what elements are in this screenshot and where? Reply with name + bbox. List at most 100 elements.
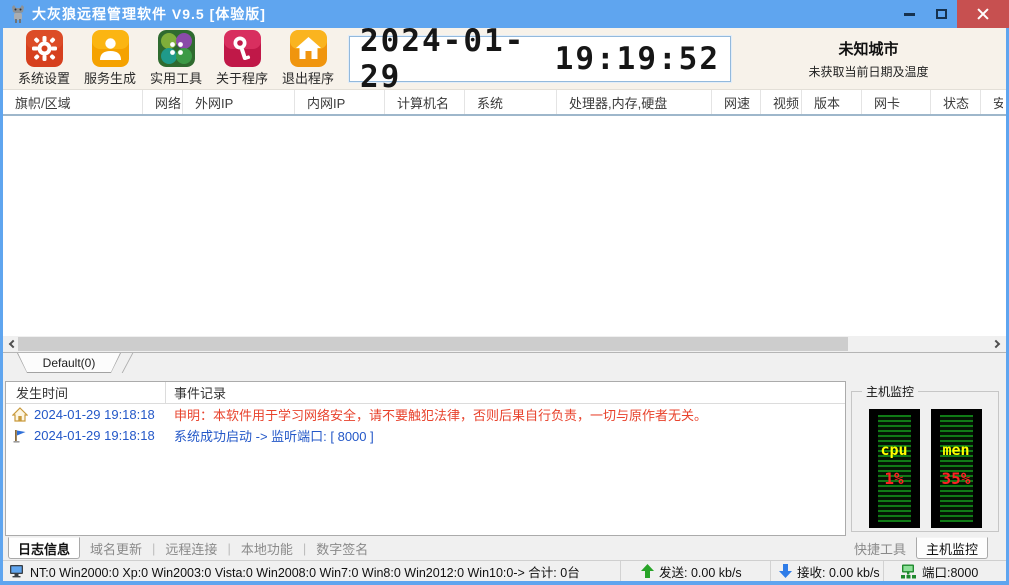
log-message: 系统成功启动 -> 监听端口: [ 8000 ] <box>174 429 374 444</box>
tab-local-function[interactable]: 本地功能 <box>231 539 303 558</box>
cpu-gauge: cpu 1% <box>868 409 920 528</box>
chevron-right-icon <box>991 339 1001 349</box>
clock-date: 2024-01-29 <box>360 22 526 95</box>
toolbar-button-about[interactable]: 关于程序 <box>209 30 275 88</box>
log-panel: 发生时间 事件记录 2024-01-29 19:18:18 申明：本软件用于学习… <box>5 381 846 536</box>
home-icon <box>12 406 28 422</box>
monitor-panel: 主机监控 cpu 1% men 35% <box>846 381 1006 536</box>
cpu-gauge-label: cpu <box>880 441 908 459</box>
group-tab-label: Default(0) <box>18 353 120 372</box>
close-button[interactable] <box>957 0 1009 28</box>
network-icon <box>900 564 917 579</box>
home-icon <box>289 30 327 67</box>
toolbar-label: 退出程序 <box>281 71 334 86</box>
app-window: 大灰狼远程管理软件 V9.5 [体验版] 系统设置 服务生成 实用工具 关于程序… <box>0 0 1009 585</box>
memory-gauge-value: 35% <box>941 469 971 488</box>
column-header-security[interactable]: 安 <box>981 90 1003 114</box>
close-icon <box>976 7 990 21</box>
window-controls <box>893 0 1009 28</box>
statusbar-recv: 接收: 0.00 kb/s <box>770 561 883 581</box>
city-label: 未知城市 <box>838 40 899 58</box>
gear-icon <box>25 30 63 67</box>
column-header-computer-name[interactable]: 计算机名 <box>385 90 465 114</box>
column-header-status[interactable]: 状态 <box>931 90 981 114</box>
bottom-tabbar: 日志信息 域名更新 | 远程连接 | 本地功能 | 数字签名 快捷工具 主机监控 <box>3 536 1006 560</box>
client-table-body[interactable] <box>3 116 1006 336</box>
tab-log-info[interactable]: 日志信息 <box>8 537 81 559</box>
scroll-right-button[interactable] <box>989 336 1006 352</box>
scrollbar-thumb[interactable] <box>18 337 848 351</box>
log-timestamp: 2024-01-29 19:18:18 <box>34 428 155 443</box>
digital-clock: 2024-01-29 19:19:52 <box>349 23 731 95</box>
log-event-header[interactable]: 事件记录 <box>166 383 226 402</box>
toolbar-button-service-generate[interactable]: 服务生成 <box>77 30 143 88</box>
column-header-network[interactable]: 网络 <box>143 90 183 114</box>
statusbar-send: 发送: 0.00 kb/s <box>620 561 770 581</box>
toolbar-button-utilities[interactable]: 实用工具 <box>143 30 209 88</box>
group-tabstrip: Default(0) <box>3 353 1006 381</box>
log-time-header[interactable]: 发生时间 <box>6 382 166 403</box>
computer-icon <box>9 564 25 578</box>
toolbar-label: 实用工具 <box>149 71 202 86</box>
memory-gauge: men 35% <box>930 409 982 528</box>
column-header-version[interactable]: 版本 <box>802 90 862 114</box>
log-timestamp: 2024-01-29 19:18:18 <box>34 407 155 422</box>
column-header-lan-ip[interactable]: 内网IP <box>295 90 385 114</box>
column-header-wan-ip[interactable]: 外网IP <box>183 90 295 114</box>
gauge-container: cpu 1% men 35% <box>852 392 998 531</box>
port-text: 端口:8000 <box>922 565 979 580</box>
memory-gauge-label: men <box>942 441 970 459</box>
tab-separator <box>121 353 134 373</box>
column-header-os[interactable]: 系统 <box>465 90 557 114</box>
os-summary-text: NT:0 Win2000:0 Xp:0 Win2003:0 Vista:0 Wi… <box>30 565 580 580</box>
recv-rate-text: 接收: 0.00 kb/s <box>797 565 880 580</box>
monitor-groupbox: 主机监控 cpu 1% men 35% <box>851 383 999 532</box>
tab-digital-signature[interactable]: 数字签名 <box>306 539 378 558</box>
right-tabbar: 快捷工具 主机监控 <box>844 536 988 560</box>
tab-host-monitor[interactable]: 主机监控 <box>915 537 988 559</box>
weather-widget: 未知城市 未获取当前日期及温度 <box>731 38 1006 80</box>
key-icon <box>223 30 261 67</box>
toolbar: 系统设置 服务生成 实用工具 关于程序 退出程序 2024-01-29 19:1… <box>3 23 1006 95</box>
wolf-icon <box>12 5 24 23</box>
minimize-button[interactable] <box>893 0 925 28</box>
column-header-video[interactable]: 视频 <box>761 90 802 114</box>
chevron-left-icon <box>8 339 18 349</box>
maximize-icon <box>935 9 947 19</box>
log-row[interactable]: 2024-01-29 19:18:18 申明：本软件用于学习网络安全，请不要触犯… <box>6 404 845 425</box>
arrow-up-icon <box>641 564 654 578</box>
statusbar-port: 端口:8000 <box>883 561 1006 581</box>
cpu-gauge-value: 1% <box>884 469 904 488</box>
horizontal-scrollbar[interactable] <box>3 336 1006 353</box>
log-row[interactable]: 2024-01-29 19:18:18 系统成功启动 -> 监听端口: [ 80… <box>6 425 845 446</box>
flag-icon <box>13 429 26 443</box>
minimize-icon <box>903 12 915 16</box>
lower-area: 发生时间 事件记录 2024-01-29 19:18:18 申明：本软件用于学习… <box>3 381 1006 536</box>
tab-quick-tools[interactable]: 快捷工具 <box>844 539 916 558</box>
toolbar-label: 系统设置 <box>17 71 70 86</box>
client-table-header: 旗帜/区域 网络 外网IP 内网IP 计算机名 系统 处理器,内存,硬盘 网速 … <box>3 90 1006 116</box>
column-header-nic[interactable]: 网卡 <box>862 90 931 114</box>
weather-status: 未获取当前日期及温度 <box>808 64 929 79</box>
column-header-cpu-mem-disk[interactable]: 处理器,内存,硬盘 <box>557 90 712 114</box>
toolbar-label: 服务生成 <box>83 71 136 86</box>
tab-domain-update[interactable]: 域名更新 <box>80 539 152 558</box>
group-tab-default[interactable]: Default(0) <box>17 353 121 373</box>
log-message: 申明：本软件用于学习网络安全，请不要触犯法律，否则后果自行负责，一切与原作者无关… <box>174 408 708 423</box>
user-icon <box>91 30 129 67</box>
log-header-row: 发生时间 事件记录 <box>6 382 845 404</box>
maximize-button[interactable] <box>925 0 957 28</box>
toolbar-button-exit[interactable]: 退出程序 <box>275 30 341 88</box>
statusbar-os-counts: NT:0 Win2000:0 Xp:0 Win2003:0 Vista:0 Wi… <box>3 561 620 581</box>
tools-icon <box>157 30 195 67</box>
toolbar-label: 关于程序 <box>215 71 268 86</box>
statusbar: NT:0 Win2000:0 Xp:0 Win2003:0 Vista:0 Wi… <box>3 560 1006 581</box>
arrow-down-icon <box>779 564 792 578</box>
send-rate-text: 发送: 0.00 kb/s <box>659 565 742 580</box>
tab-remote-connect[interactable]: 远程连接 <box>155 539 227 558</box>
clock-time: 19:19:52 <box>554 40 720 77</box>
window-title: 大灰狼远程管理软件 V9.5 [体验版] <box>32 6 266 22</box>
toolbar-button-system-settings[interactable]: 系统设置 <box>11 30 77 88</box>
column-header-speed[interactable]: 网速 <box>712 90 761 114</box>
column-header-flag-region[interactable]: 旗帜/区域 <box>3 90 143 114</box>
